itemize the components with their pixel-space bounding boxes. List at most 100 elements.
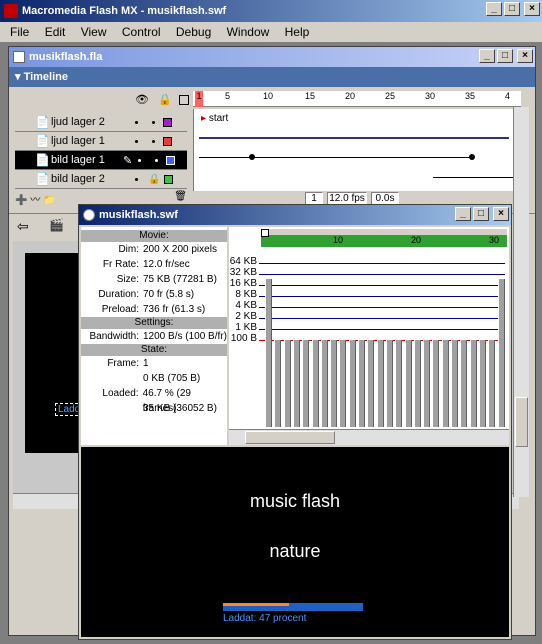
add-layer-icon[interactable]: ➕ (15, 195, 27, 206)
graph-y-label: 1 KB (235, 322, 257, 333)
info-value: 0 KB (705 B) (143, 373, 201, 384)
ruler-tick: 25 (385, 91, 396, 101)
menu-edit[interactable]: Edit (45, 25, 66, 39)
trash-icon[interactable]: 🗑 (174, 191, 187, 202)
sound-wave (199, 137, 509, 139)
layer-header-icons: 👁 🔒 (135, 93, 195, 107)
info-value: 200 X 200 pixels (143, 244, 217, 255)
playhead[interactable]: 1 (195, 91, 203, 107)
info-key: Bandwidth: (89, 331, 139, 342)
scroll-thumb[interactable] (515, 397, 528, 447)
frame-label: ▸ start (201, 113, 229, 124)
add-guide-icon[interactable]: 〰 (30, 195, 40, 206)
swf-title: musikflash.swf (99, 209, 178, 221)
graph-bar (274, 340, 282, 427)
info-value: 70 fr (5.8 s) (143, 289, 195, 300)
graph-y-label: 4 KB (235, 300, 257, 311)
swf-maximize-button[interactable]: □ (473, 207, 489, 221)
back-arrow-icon[interactable]: ⇦ (17, 218, 29, 235)
info-key: Fr Rate: (102, 259, 139, 270)
layer-name: ljud lager 2 (51, 116, 105, 128)
graph-bar (432, 340, 440, 427)
swf-minimize-button[interactable]: _ (455, 207, 471, 221)
timeline-header[interactable]: ▾ Timeline (9, 67, 535, 87)
doc-close-button[interactable]: × (517, 49, 533, 63)
lock-icon[interactable]: 🔒 (158, 94, 172, 106)
doc-minimize-button[interactable]: _ (479, 49, 495, 63)
swf-window: musikflash.swf _ □ × Movie: Dim: 200 X 20… (78, 204, 512, 640)
ruler-tick: 30 (425, 91, 436, 101)
graph-bar (469, 340, 477, 427)
tween-arrow (433, 177, 513, 178)
graph-ruler-tick: 10 (333, 235, 344, 245)
info-key: Frame: (107, 358, 139, 369)
menu-view[interactable]: View (81, 25, 107, 39)
eye-icon[interactable]: 👁 (135, 94, 149, 106)
graph-bar (404, 340, 412, 427)
keyframe[interactable] (249, 154, 255, 160)
stage-vscroll[interactable] (513, 107, 529, 497)
info-value: 736 fr (61.3 s) (143, 304, 206, 315)
graph-bar (385, 340, 393, 427)
minimize-button[interactable]: _ (486, 2, 502, 16)
graph-ruler[interactable]: 10 20 30 (231, 229, 507, 247)
layer-row[interactable]: 📄 ljud lager 2 (15, 113, 187, 132)
graph-scroll-thumb[interactable] (245, 431, 335, 444)
layer-name: bild lager 2 (51, 173, 105, 185)
ruler-tick: 15 (305, 91, 316, 101)
swf-close-button[interactable]: × (493, 207, 509, 221)
outline-icon[interactable] (178, 95, 189, 106)
menu-file[interactable]: File (10, 25, 29, 39)
info-key (81, 371, 143, 386)
graph-bar (478, 340, 486, 427)
info-value: 12.0 fr/sec (143, 259, 190, 270)
ruler-tick: 4 (505, 91, 511, 101)
graph-y-label: 64 KB (229, 256, 257, 267)
swf-stage: music flash nature Laddat: 47 procent (81, 447, 509, 637)
bandwidth-info-panel: Movie: Dim: 200 X 200 pixels Fr Rate: 12.0… (81, 227, 227, 445)
scene-icon[interactable]: 🎬 (49, 218, 64, 232)
bandwidth-graph: 10 20 30 64 KB 32 KB 16 KB 8 KB 4 KB 2 K… (229, 227, 509, 445)
graph-playhead-icon[interactable] (261, 229, 269, 237)
info-key (81, 401, 143, 416)
layer-color-swatch (164, 174, 174, 184)
graph-bar (320, 340, 328, 427)
close-button[interactable]: × (524, 2, 540, 16)
layer-row[interactable]: 📄 ljud lager 1 (15, 132, 187, 151)
layer-page-icon: 📄 (35, 115, 50, 129)
menu-debug[interactable]: Debug (176, 25, 211, 39)
maximize-button[interactable]: □ (504, 2, 520, 16)
swf-file-icon (83, 209, 95, 221)
info-value: 35 KB (36052 B) (143, 403, 217, 414)
menu-control[interactable]: Control (122, 25, 161, 39)
graph-y-label: 100 B (230, 333, 257, 344)
layer-row[interactable]: 📄 bild lager 2 🔒 (15, 170, 187, 189)
menu-window[interactable]: Window (227, 25, 270, 39)
graph-bar (348, 340, 356, 427)
layer-row-selected[interactable]: 📄 bild lager 1 ✎ (15, 151, 187, 170)
collapse-arrow-icon[interactable]: ▾ (15, 71, 24, 83)
info-key: Loaded: (102, 388, 139, 399)
ruler-tick: 35 (465, 91, 476, 101)
ruler-tick: 10 (263, 91, 274, 101)
frame-ruler[interactable]: 1 5 10 15 20 25 30 35 4 (193, 91, 521, 107)
layer-page-icon: 📄 (35, 134, 50, 148)
keyframe[interactable] (469, 154, 475, 160)
info-value: 75 KB (77281 B) (143, 274, 217, 285)
graph-y-label: 32 KB (229, 267, 257, 278)
fla-file-icon (13, 51, 25, 63)
doc-maximize-button[interactable]: □ (497, 49, 513, 63)
graph-y-label: 2 KB (235, 311, 257, 322)
info-value: 1200 B/s (100 B/fr) (143, 331, 227, 342)
graph-hscroll[interactable] (229, 429, 509, 445)
flash-app-icon (4, 4, 18, 18)
graph-bar (339, 340, 347, 427)
layer-name: ljud lager 1 (51, 135, 105, 147)
graph-y-label: 16 KB (229, 278, 257, 289)
movie-header: Movie: (81, 230, 227, 242)
graph-bar (376, 340, 384, 427)
menu-help[interactable]: Help (285, 25, 310, 39)
graph-bar (395, 340, 403, 427)
layer-color-swatch (163, 136, 172, 146)
add-folder-icon[interactable]: 📁 (43, 195, 55, 206)
